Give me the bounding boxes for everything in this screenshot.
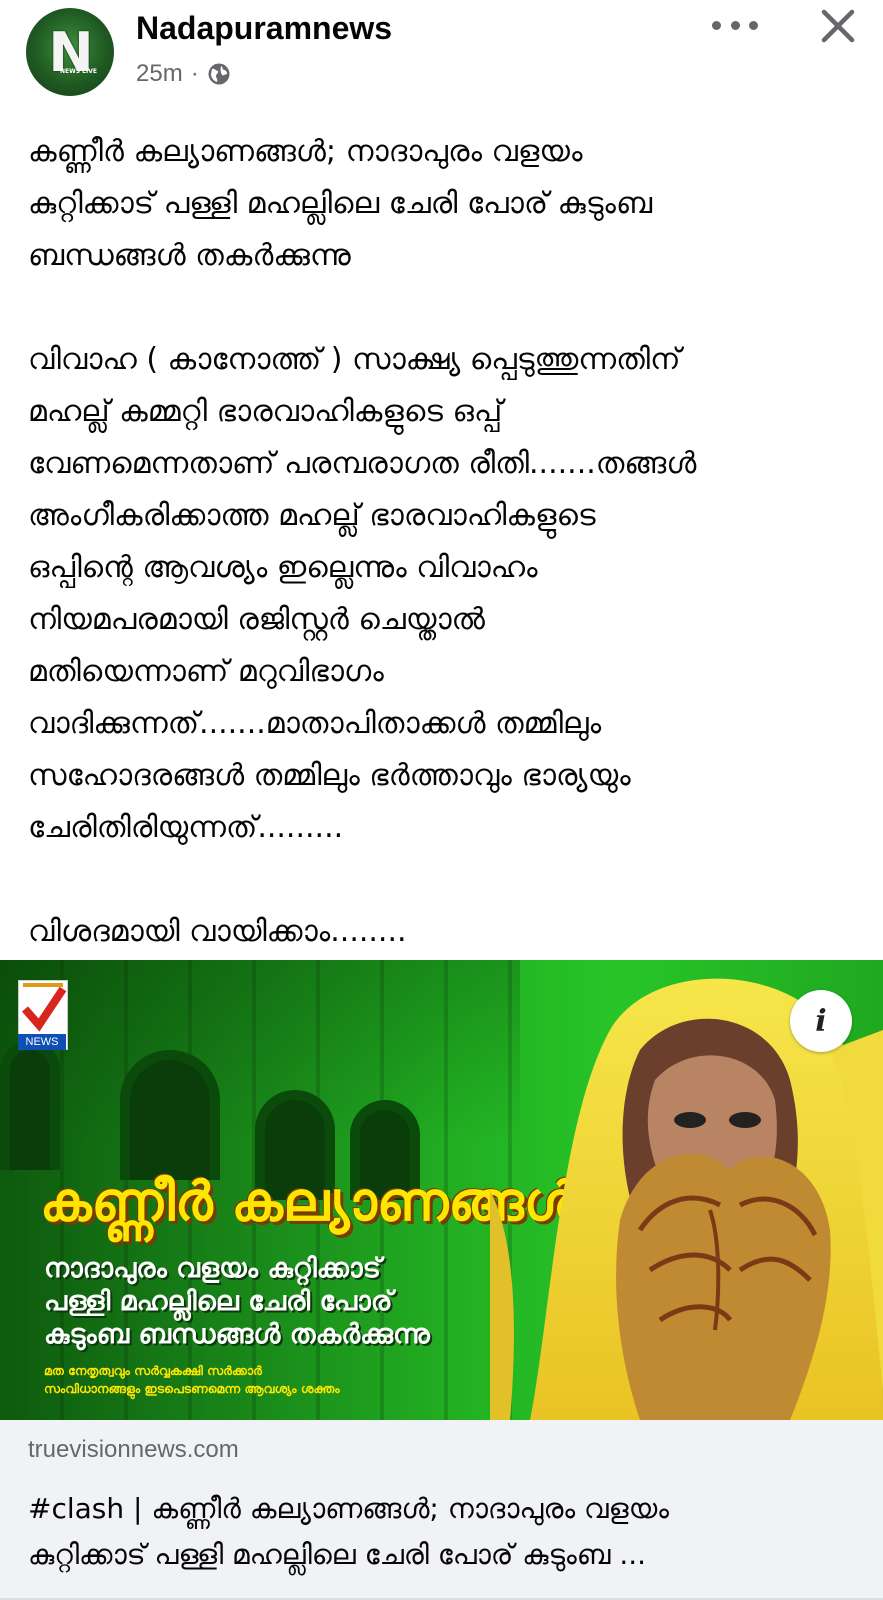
- post-line: കണ്ണീർ കല്യാണങ്ങൾ; നാദാപുരം വളയം: [28, 134, 583, 169]
- image-subheadline-line: പള്ളി മഹല്ലിലെ ചേരി പോര്: [44, 1286, 393, 1317]
- post-line: അംഗീകരിക്കാത്ത മഹല്ല് ഭാരവാഹികളുടെ: [28, 498, 596, 533]
- image-caption-line: സംവിധാനങ്ങളും ഇടപെടണമെന്ന ആവശ്യം ശക്തം: [44, 1381, 340, 1396]
- post-time[interactable]: 25m: [136, 60, 183, 88]
- info-button[interactable]: i: [790, 990, 852, 1052]
- more-dot: [749, 20, 758, 30]
- meta-separator: ·: [190, 60, 199, 87]
- link-title: #clash | കണ്ണീർ കല്യാണങ്ങൾ; നാദാപുരം വളയ…: [28, 1486, 868, 1578]
- post-header: N NEWS LIVE Nadapuramnews 25m ·: [0, 0, 883, 100]
- post-line: ഒപ്പിന്റെ ആവശ്യം ഇല്ലെന്നും വിവാഹം: [28, 550, 538, 585]
- page-avatar[interactable]: N NEWS LIVE: [26, 8, 114, 96]
- building-arch: [0, 1040, 60, 1170]
- post-line: നിയമപരമായി രജിസ്റ്റർ ചെയ്താൽ: [28, 602, 485, 637]
- globe-icon: [208, 63, 230, 85]
- avatar-caption: NEWS LIVE: [60, 68, 97, 75]
- image-subheadline-line: നാദാപുരം വളയം കുറ്റിക്കാട്: [44, 1253, 381, 1284]
- post-line: ബന്ധങ്ങൾ തകർക്കുന്നു: [28, 238, 351, 273]
- post-line: സഹോദരങ്ങൾ തമ്മിലും ഭർത്താവും ഭാര്യയും: [28, 758, 631, 793]
- link-preview-image[interactable]: NEWS കണ്ണീർ കല്യാണങ്ങൾ നാദാപുരം വളയം കുറ…: [0, 960, 883, 1420]
- image-caption: മത നേതൃത്വവും സർവ്വകക്ഷി സർക്കാർ സംവിധാന…: [44, 1362, 340, 1398]
- logo-news-label: NEWS: [18, 1034, 66, 1050]
- image-subheadline-line: കുടുംബ ബന്ധങ്ങൾ തകർക്കുന്നു: [44, 1319, 430, 1350]
- more-dots-icon: [712, 20, 721, 30]
- checkmark-icon: [21, 983, 67, 1032]
- post-line: കുറ്റിക്കാട് പള്ളി മഹല്ലിലെ ചേരി പോര് കു…: [28, 186, 653, 221]
- more-options-button[interactable]: [712, 10, 758, 40]
- page-name-link[interactable]: Nadapuramnews: [136, 10, 392, 47]
- post-line: വേണമെന്നതാണ് പരമ്പരാഗത രീതി.......തങ്ങൾ: [28, 446, 697, 481]
- post-meta: 25m ·: [136, 60, 231, 88]
- link-title-line: കുറ്റിക്കാട് പള്ളി മഹല്ലിലെ ചേരി പോര് കു…: [28, 1538, 647, 1571]
- image-caption-line: മത നേതൃത്വവും സർവ്വകക്ഷി സർക്കാർ: [44, 1363, 262, 1378]
- post-line: മഹല്ല് കമ്മറ്റി ഭാരവാഹികളുടെ ഒപ്പ്: [28, 394, 503, 429]
- post-line: വിവാഹ ( കാനോത്ത് ) സാക്ഷ്യ പ്പെടുത്തുന്ന…: [28, 342, 681, 377]
- more-dot: [730, 20, 740, 30]
- link-domain: truevisionnews.com: [28, 1436, 239, 1463]
- link-preview-footer[interactable]: truevisionnews.com #clash | കണ്ണീർ കല്യാ…: [0, 1420, 883, 1600]
- post-line: മതിയെന്നാണ് മറുവിഭാഗം: [28, 654, 384, 689]
- image-subheadline: നാദാപുരം വളയം കുറ്റിക്കാട് പള്ളി മഹല്ലില…: [44, 1252, 430, 1351]
- read-more-line: വിശദമായി വായിക്കാം........: [28, 914, 407, 949]
- link-title-line: #clash | കണ്ണീർ കല്യാണങ്ങൾ; നാദാപുരം വളയ…: [28, 1492, 669, 1525]
- close-icon[interactable]: [818, 6, 858, 46]
- post-line: ചേരിതിരിയുന്നത്.........: [28, 810, 344, 845]
- building-arch: [120, 1050, 220, 1180]
- post-line: വാദിക്കുന്നത്.......മാതാപിതാക്കൾ തമ്മിലു…: [28, 706, 602, 741]
- post-message: കണ്ണീർ കല്യാണങ്ങൾ; നാദാപുരം വളയം കുറ്റിക…: [28, 126, 868, 958]
